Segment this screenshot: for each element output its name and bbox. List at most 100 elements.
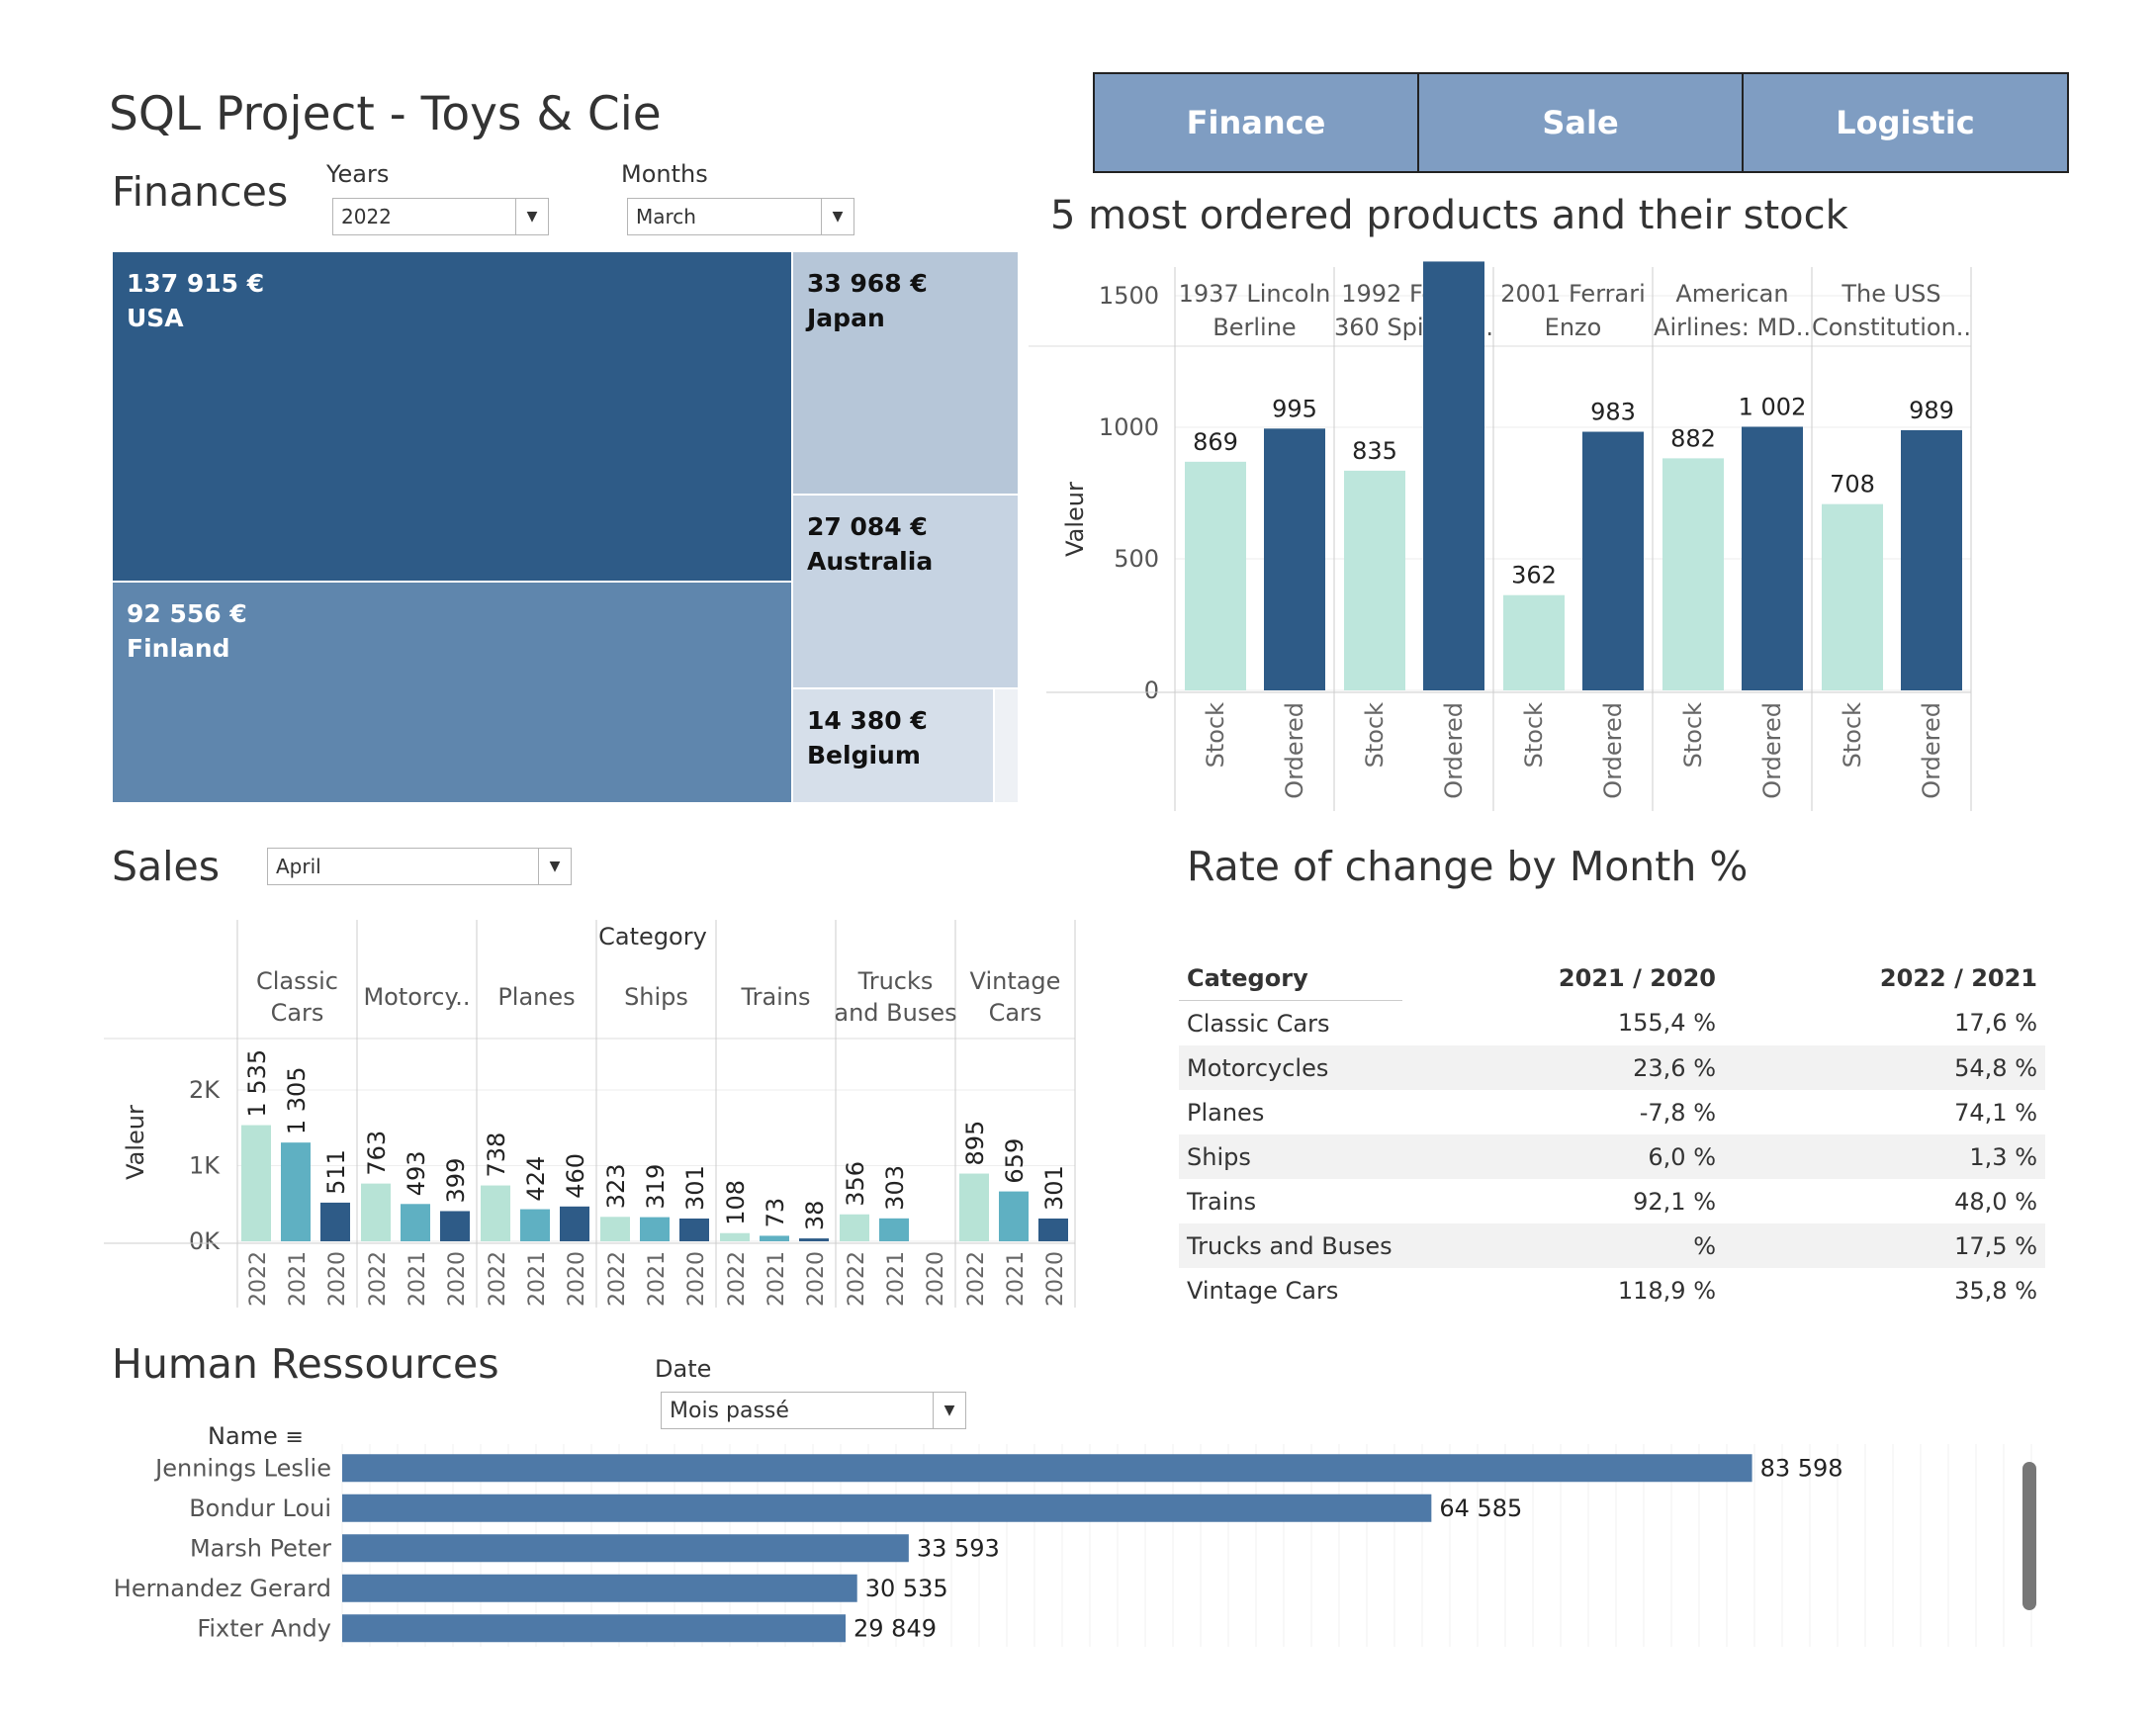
rate-table: Category 2021 / 2020 2022 / 2021 Classic… xyxy=(1179,955,2045,1313)
y-tick-label: 1K xyxy=(189,1152,221,1180)
data-label: 882 xyxy=(1670,424,1716,452)
year-label: 2021 xyxy=(645,1251,670,1307)
y-tick-label: 500 xyxy=(1114,545,1159,573)
rate-category-cell: Classic Cars xyxy=(1187,1009,1330,1038)
nav-sale-button[interactable]: Sale xyxy=(1417,72,1744,173)
year-label: 2020 xyxy=(684,1251,709,1307)
sales-month-dropdown[interactable]: April ▼ xyxy=(267,848,572,885)
chevron-down-icon: ▼ xyxy=(515,199,548,234)
category-label: Berline xyxy=(1213,314,1296,341)
category-label: 2001 Ferrari xyxy=(1500,280,1646,308)
rate-title: Rate of change by Month % xyxy=(1187,843,1749,890)
data-label: 738 xyxy=(483,1132,510,1178)
months-dropdown[interactable]: March ▼ xyxy=(627,198,854,235)
rate-header-2021-2020: 2021 / 2020 xyxy=(1558,963,1716,992)
rate-category-cell: Vintage Cars xyxy=(1187,1276,1339,1305)
data-label: 301 xyxy=(1040,1165,1068,1211)
year-label: 2020 xyxy=(445,1251,470,1307)
bar-ordered xyxy=(1423,261,1484,690)
year-label: 2021 xyxy=(884,1251,909,1307)
series-label: Ordered xyxy=(1281,702,1308,799)
data-label: 869 xyxy=(1193,428,1238,456)
chevron-down-icon: ▼ xyxy=(538,849,571,884)
data-label: 895 xyxy=(961,1121,989,1166)
data-label: 108 xyxy=(722,1180,750,1225)
rate-row: Planes -7,8 % 74,1 % xyxy=(1179,1090,2045,1134)
series-label: Stock xyxy=(1202,702,1229,769)
hr-chart: Jennings Leslie 83 598 Bondur Loui 64 585 Ma… xyxy=(114,1444,2032,1647)
category-label: Enzo xyxy=(1545,314,1602,341)
series-label: Stock xyxy=(1361,702,1389,769)
year-label: 2022 xyxy=(246,1251,271,1307)
year-label: 2021 xyxy=(405,1251,430,1307)
bar-ordered xyxy=(1582,431,1644,690)
category-label: Trains xyxy=(740,983,810,1011)
hr-scrollbar[interactable] xyxy=(2022,1462,2036,1610)
rate-header-category: Category xyxy=(1179,955,1402,1001)
name-label: Jennings Leslie xyxy=(153,1454,331,1482)
data-label: 399 xyxy=(442,1158,470,1204)
rate-value-cell: 35,8 % xyxy=(1954,1276,2037,1305)
data-label: 983 xyxy=(1590,399,1636,426)
nav-finance-button[interactable]: Finance xyxy=(1093,72,1419,173)
bar-2020 xyxy=(440,1211,470,1241)
treemap-cell-japan[interactable]: 33 968 € Japan xyxy=(792,251,1019,495)
year-label: 2022 xyxy=(964,1251,989,1307)
hr-title: Human Ressources xyxy=(112,1340,499,1388)
year-label: 2021 xyxy=(764,1251,789,1307)
date-dropdown[interactable]: Mois passé ▼ xyxy=(661,1392,966,1429)
rate-row: Trains 92,1 % 48,0 % xyxy=(1179,1179,2045,1223)
data-label: 995 xyxy=(1272,395,1317,422)
bar-ordered xyxy=(1264,428,1325,690)
rate-row: Ships 6,0 % 1,3 % xyxy=(1179,1134,2045,1179)
hr-bar xyxy=(342,1574,857,1602)
bar-2020 xyxy=(799,1238,829,1241)
years-dropdown[interactable]: 2022 ▼ xyxy=(332,198,549,235)
bar-stock xyxy=(1344,470,1405,690)
data-label: 73 xyxy=(762,1198,789,1228)
name-label: Fixter Andy xyxy=(197,1614,331,1642)
bar-2021 xyxy=(281,1142,311,1241)
rate-category-cell: Motorcycles xyxy=(1187,1053,1329,1082)
treemap-country: Finland xyxy=(127,634,230,663)
treemap-country: USA xyxy=(127,304,184,332)
rate-value-cell: 118,9 % xyxy=(1617,1276,1716,1305)
rate-header-row: Category 2021 / 2020 2022 / 2021 xyxy=(1179,955,2045,1001)
bar-2022 xyxy=(840,1214,869,1241)
year-label: 2022 xyxy=(605,1251,630,1307)
data-label: 323 xyxy=(602,1163,630,1209)
y-tick-label: 0 xyxy=(1144,677,1159,704)
sales-chart: Category0K1K2KValeurClassicCars1 5352022… xyxy=(104,920,1076,1308)
year-label: 2021 xyxy=(525,1251,550,1307)
finances-treemap: 137 915 € USA 92 556 € Finland 33 968 € … xyxy=(112,251,1019,803)
rate-value-cell: 1,3 % xyxy=(1969,1142,2037,1171)
treemap-cell-usa[interactable]: 137 915 € USA xyxy=(112,251,792,582)
data-label: 83 598 xyxy=(1760,1454,1843,1482)
treemap-amount: 14 380 € xyxy=(807,706,928,735)
treemap-cell-belgium[interactable]: 14 380 € Belgium xyxy=(792,688,994,803)
category-label: Constitution.. xyxy=(1812,314,1971,341)
bar-2020 xyxy=(1038,1218,1068,1241)
series-label: Ordered xyxy=(1599,702,1627,799)
hr-bar xyxy=(342,1494,1432,1522)
chevron-down-icon: ▼ xyxy=(933,1393,965,1428)
data-label: 659 xyxy=(1001,1138,1029,1184)
rate-category-cell: Trains xyxy=(1187,1187,1257,1216)
rate-row: Classic Cars 155,4 % 17,6 % xyxy=(1179,1001,2045,1046)
series-label: Ordered xyxy=(1440,702,1468,799)
treemap-amount: 33 968 € xyxy=(807,269,928,298)
data-label: 303 xyxy=(881,1165,909,1211)
series-label: Ordered xyxy=(1918,702,1945,799)
sales-title: Sales xyxy=(112,843,221,890)
months-value: March xyxy=(636,205,696,228)
year-label: 2021 xyxy=(286,1251,311,1307)
data-label: 64 585 xyxy=(1439,1495,1522,1522)
data-label: 493 xyxy=(403,1150,430,1196)
data-label: 356 xyxy=(842,1161,869,1207)
nav-logistic-button[interactable]: Logistic xyxy=(1742,72,2069,173)
data-label: 708 xyxy=(1830,471,1875,498)
series-label: Ordered xyxy=(1758,702,1786,799)
treemap-cell-australia[interactable]: 27 084 € Australia xyxy=(792,495,1019,688)
treemap-cell-finland[interactable]: 92 556 € Finland xyxy=(112,582,792,803)
rate-value-cell: 155,4 % xyxy=(1617,1009,1716,1038)
